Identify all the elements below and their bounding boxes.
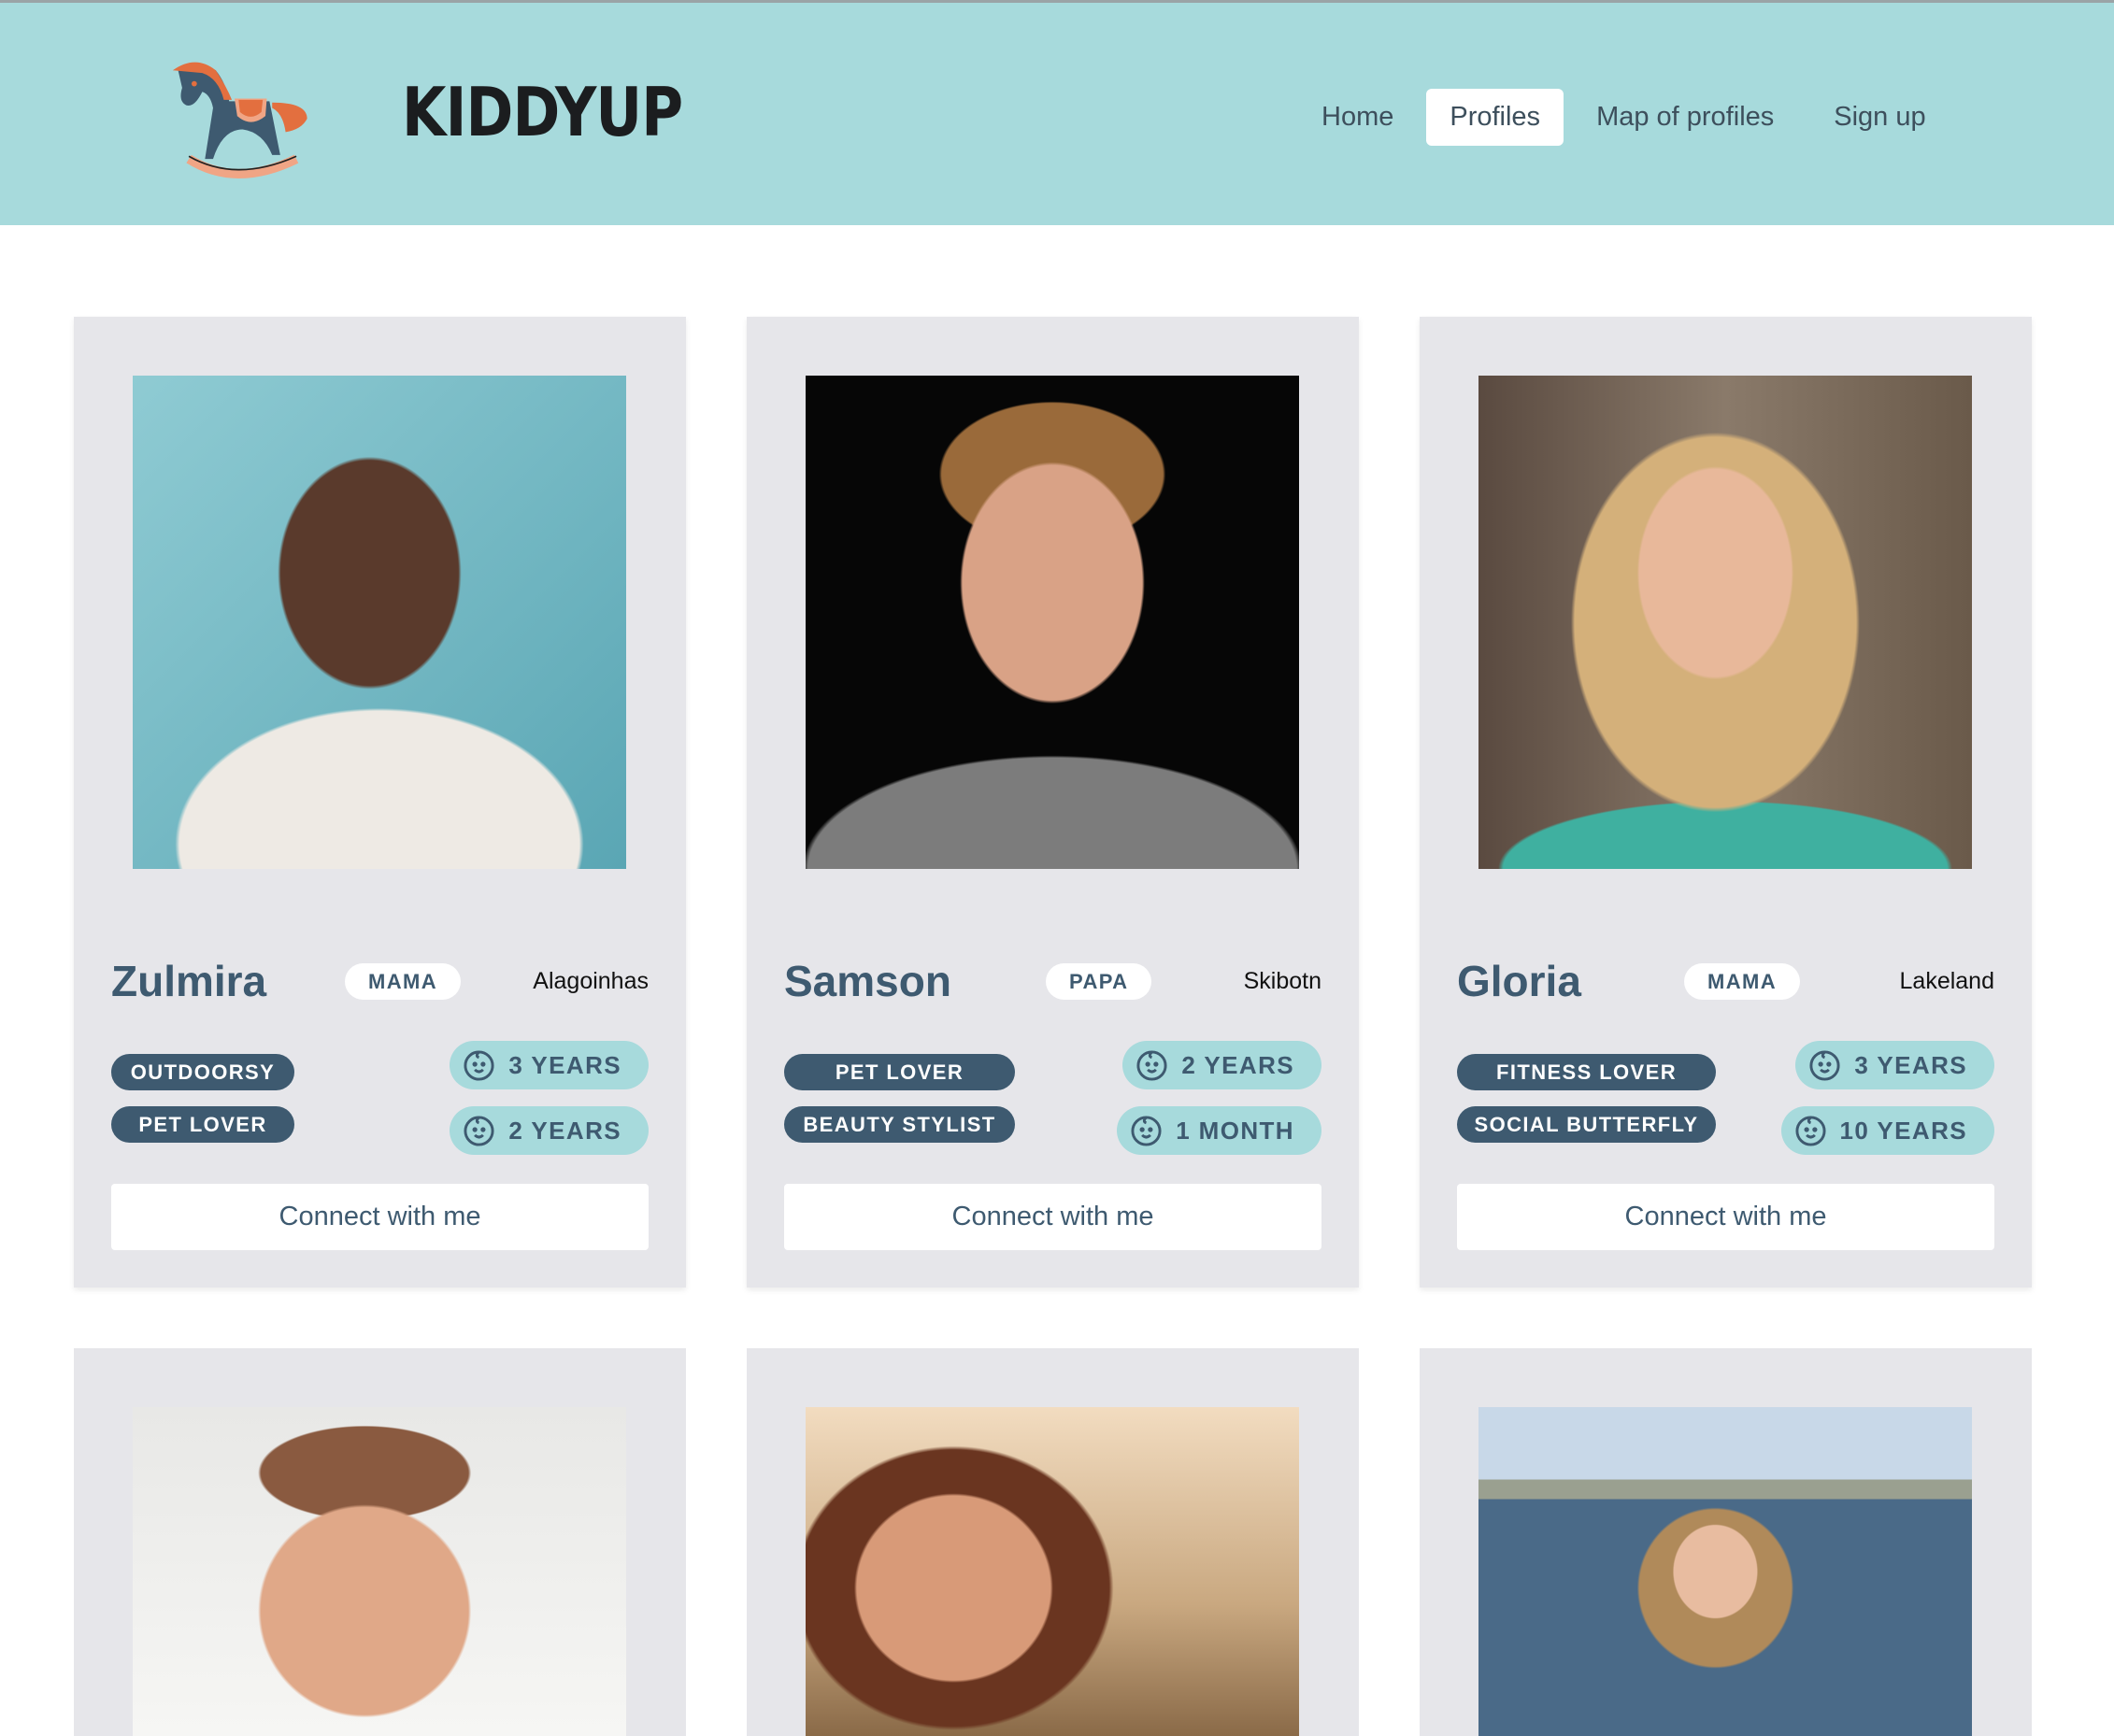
connect-button[interactable]: Connect with me [784,1184,1321,1250]
profile-photo [133,1407,626,1736]
nav-map-of-profiles[interactable]: Map of profiles [1569,89,1801,146]
profile-name: Samson [784,957,951,1005]
child-age-badge: 3 YEARS [450,1041,649,1089]
baby-face-icon [464,1049,494,1081]
profile-card [747,1348,1359,1736]
profile-name: Zulmira [111,957,267,1005]
child-age-badge: 10 YEARS [1780,1106,1994,1155]
profile-photo [806,376,1299,869]
role-badge: PAPA [1046,963,1152,1000]
connect-button[interactable]: Connect with me [111,1184,649,1250]
interest-tag: SOCIAL BUTTERFLY [1457,1106,1716,1143]
child-age: 1 MONTH [1176,1117,1294,1145]
main-nav: Home Profiles Map of profiles Sign up [1294,89,1959,146]
interest-tag: PET LOVER [111,1106,294,1143]
interest-tag: PET LOVER [784,1054,1015,1090]
profile-name: Gloria [1457,957,1581,1005]
profile-card [1420,1348,2032,1736]
logo-wordmark[interactable]: KIDDYUP [402,73,683,151]
child-age-badge: 2 YEARS [450,1106,649,1155]
child-age: 3 YEARS [508,1051,621,1079]
profile-location: Skibotn [1243,968,1321,994]
role-badge: MAMA [345,963,462,1000]
profiles-grid: Zulmira MAMA Alagoinhas OUTDOORSY PET LO… [74,317,2032,1736]
child-age: 3 YEARS [1854,1051,1967,1079]
interest-tag: FITNESS LOVER [1457,1054,1716,1090]
profile-card [74,1348,686,1736]
child-age: 10 YEARS [1839,1117,1967,1145]
child-age-badge: 2 YEARS [1122,1041,1321,1089]
site-header: KIDDYUP Home Profiles Map of profiles Si… [0,0,2114,225]
child-age-badge: 3 YEARS [1795,1041,1994,1089]
profile-location: Lakeland [1899,968,1994,994]
nav-sign-up[interactable]: Sign up [1807,89,1952,146]
interest-tag: OUTDOORSY [111,1054,294,1090]
connect-button[interactable]: Connect with me [1457,1184,1994,1250]
profile-card: Zulmira MAMA Alagoinhas OUTDOORSY PET LO… [74,317,686,1288]
profile-photo [1478,1407,1972,1736]
rocking-horse-logo-icon[interactable] [162,54,317,183]
interest-tag: BEAUTY STYLIST [784,1106,1015,1143]
profile-photo [133,376,626,869]
role-badge: MAMA [1684,963,1801,1000]
child-age: 2 YEARS [508,1117,621,1145]
profile-card: Samson PAPA Skibotn PET LOVER BEAUTY STY… [747,317,1359,1288]
profile-photo [806,1407,1299,1736]
baby-face-icon [1809,1049,1840,1081]
nav-home[interactable]: Home [1294,89,1421,146]
profile-photo [1478,376,1972,869]
child-age: 2 YEARS [1181,1051,1294,1079]
child-age-badge: 1 MONTH [1117,1106,1321,1155]
profile-card: Gloria MAMA Lakeland FITNESS LOVER SOCIA… [1420,317,2032,1288]
baby-face-icon [1795,1115,1826,1146]
baby-face-icon [464,1115,494,1146]
nav-profiles[interactable]: Profiles [1426,89,1564,146]
baby-face-icon [1131,1115,1162,1146]
baby-face-icon [1136,1049,1167,1081]
profile-location: Alagoinhas [533,968,649,994]
